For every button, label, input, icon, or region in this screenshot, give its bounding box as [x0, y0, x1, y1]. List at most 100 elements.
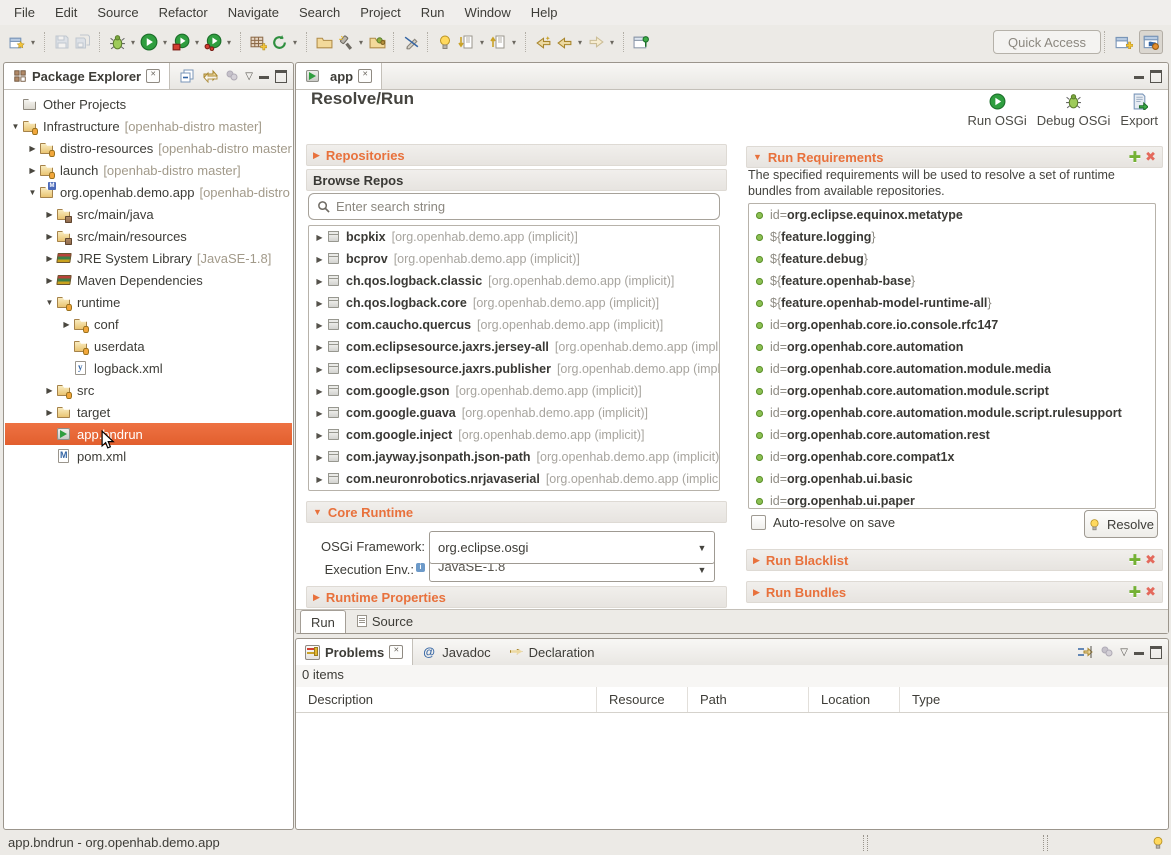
tab-app-bndrun[interactable]: app ✕ [296, 63, 382, 89]
resolve-button[interactable]: Resolve [1084, 510, 1158, 538]
add-blacklist-icon[interactable]: ✚ [1129, 551, 1142, 569]
tree-row[interactable]: target [5, 401, 292, 423]
expander-icon[interactable]: ▶ [313, 255, 326, 264]
previous-annotation-dropdown[interactable]: ▾ [509, 38, 519, 47]
menu-item[interactable]: Run [411, 2, 455, 23]
close-icon[interactable]: ✕ [389, 645, 403, 659]
quick-access-button[interactable]: Quick Access [993, 30, 1101, 54]
tree-row[interactable]: src/main/java [5, 203, 292, 225]
expander-icon[interactable]: ▶ [313, 453, 326, 462]
repo-row[interactable]: ▶ com.caucho.quercus [org.openhab.demo.a… [309, 314, 719, 336]
tree-row[interactable]: org.openhab.demo.app [openhab-distro mas… [5, 181, 292, 203]
expander-icon[interactable] [26, 188, 39, 197]
repo-row[interactable]: ▶ com.google.guava [org.openhab.demo.app… [309, 402, 719, 424]
expander-icon[interactable]: ▶ [313, 343, 326, 352]
refresh-dropdown[interactable]: ▾ [290, 38, 300, 47]
menu-item[interactable]: Search [289, 2, 350, 23]
debug-dropdown[interactable]: ▾ [128, 38, 138, 47]
back-icon[interactable] [554, 32, 574, 52]
view-menu-icon[interactable]: ▽ [1120, 647, 1128, 658]
requirement-row[interactable]: id= org.openhab.core.automation [749, 336, 1155, 358]
editor-page-tab[interactable]: Run [300, 610, 346, 633]
profile-icon[interactable] [203, 32, 223, 52]
menu-item[interactable]: Project [350, 2, 410, 23]
status-grip[interactable] [1043, 835, 1048, 851]
repo-row[interactable]: ▶ com.google.inject [org.openhab.demo.ap… [309, 424, 719, 446]
expander-icon[interactable] [26, 166, 39, 175]
save-all-icon[interactable] [73, 32, 93, 52]
section-repositories[interactable]: ▶ Repositories [306, 144, 727, 166]
section-core-runtime[interactable]: ▼ Core Runtime [306, 501, 727, 523]
requirement-row[interactable]: id= org.openhab.ui.basic [749, 468, 1155, 490]
expander-icon[interactable]: ▶ [313, 475, 326, 484]
toggle-annotations-icon[interactable] [401, 32, 421, 52]
expander-icon[interactable]: ▶ [313, 321, 326, 330]
coverage-dropdown[interactable]: ▾ [192, 38, 202, 47]
run-osgi-button[interactable]: Run OSGi [967, 93, 1026, 128]
editor-page-tab[interactable]: Source [346, 609, 424, 633]
remove-bundle-icon[interactable]: ✖ [1145, 584, 1156, 600]
osgi-framework-combo[interactable]: org.eclipse.osgi ▼ [429, 531, 715, 564]
menu-item[interactable]: Source [87, 2, 148, 23]
tree-row[interactable]: Other Projects [5, 93, 292, 115]
debug-icon[interactable] [107, 32, 127, 52]
close-icon[interactable]: ✕ [146, 69, 160, 83]
tree-row[interactable]: Maven Dependencies [5, 269, 292, 291]
search-dropdown[interactable]: ▾ [356, 38, 366, 47]
expander-icon[interactable]: ▶ [313, 409, 326, 418]
close-icon[interactable]: ✕ [358, 69, 372, 83]
view-menu-icon[interactable]: ▽ [245, 71, 253, 82]
next-annotation-icon[interactable] [456, 32, 476, 52]
menu-item[interactable]: Help [521, 2, 568, 23]
problems-view-tab[interactable]: Problems ✕ [296, 639, 413, 665]
section-run-requirements[interactable]: ▼ Run Requirements ✚ ✖ [746, 146, 1163, 168]
collapse-all-icon[interactable] [180, 69, 196, 83]
previous-annotation-icon[interactable] [488, 32, 508, 52]
search-flashlight-icon[interactable] [335, 32, 355, 52]
open-resource-icon[interactable] [367, 32, 387, 52]
auto-resolve-checkbox[interactable] [751, 515, 766, 530]
expander-icon[interactable] [26, 144, 39, 153]
expander-icon[interactable]: ▶ [313, 277, 326, 286]
requirement-row[interactable]: ${ feature.logging } [749, 226, 1155, 248]
open-perspective-icon[interactable] [1112, 30, 1136, 54]
repo-row[interactable]: ▶ com.google.gson [org.openhab.demo.app … [309, 380, 719, 402]
minimize-icon[interactable] [1134, 652, 1144, 655]
repo-row[interactable]: ▶ bcprov [org.openhab.demo.app (implicit… [309, 248, 719, 270]
new-wizard-dropdown[interactable]: ▾ [28, 38, 38, 47]
maximize-icon[interactable] [275, 70, 287, 83]
problems-view-tab[interactable]: Javadoc [413, 639, 499, 665]
requirement-row[interactable]: ${ feature.openhab-base } [749, 270, 1155, 292]
run-dropdown[interactable]: ▾ [160, 38, 170, 47]
focus-icon[interactable] [1100, 645, 1114, 659]
refresh-icon[interactable] [269, 32, 289, 52]
link-with-editor-icon[interactable] [202, 69, 219, 83]
new-wizard-icon[interactable] [7, 32, 27, 52]
expander-icon[interactable] [9, 122, 22, 131]
expander-icon[interactable] [60, 320, 73, 329]
maximize-icon[interactable] [1150, 646, 1162, 659]
repo-row[interactable]: ▶ com.neuronrobotics.nrjavaserial [org.o… [309, 468, 719, 490]
tree-row[interactable]: src/main/resources [5, 225, 292, 247]
requirement-row[interactable]: id= org.openhab.core.automation.module.s… [749, 402, 1155, 424]
tree-row[interactable]: app.bndrun [5, 423, 292, 445]
expander-icon[interactable]: ▶ [313, 431, 326, 440]
tree-row[interactable]: runtime [5, 291, 292, 313]
requirement-row[interactable]: id= org.openhab.core.automation.module.s… [749, 380, 1155, 402]
requirement-row[interactable]: id= org.openhab.core.compat1x [749, 446, 1155, 468]
expander-icon[interactable]: ▶ [313, 299, 326, 308]
quick-fix-bulb-icon[interactable] [435, 32, 455, 52]
menu-item[interactable]: Refactor [149, 2, 218, 23]
requirement-row[interactable]: id= org.openhab.core.io.console.rfc147 [749, 314, 1155, 336]
tree-row[interactable]: Infrastructure [openhab-distro master] [5, 115, 292, 137]
repo-row[interactable]: ▶ bcpkix [org.openhab.demo.app (implicit… [309, 226, 719, 248]
open-folder-icon[interactable] [314, 32, 334, 52]
new-java-project-icon[interactable] [248, 32, 268, 52]
column-header[interactable]: Type [900, 687, 1168, 712]
coverage-icon[interactable] [171, 32, 191, 52]
requirement-row[interactable]: id= org.openhab.core.automation.module.m… [749, 358, 1155, 380]
add-bundle-icon[interactable]: ✚ [1129, 583, 1142, 601]
expander-icon[interactable] [43, 210, 56, 219]
debug-osgi-button[interactable]: Debug OSGi [1037, 93, 1111, 128]
status-grip[interactable] [863, 835, 868, 851]
